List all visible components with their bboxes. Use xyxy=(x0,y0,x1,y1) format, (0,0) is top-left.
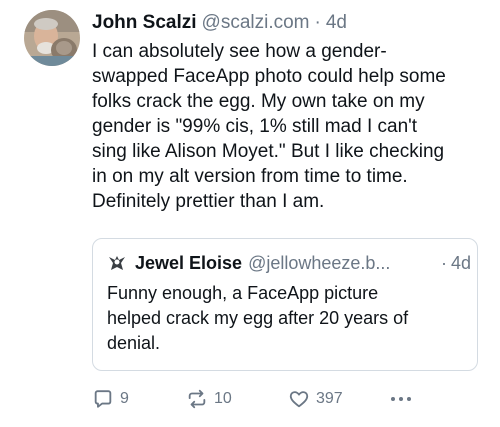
post-text-line: sing like Alison Moyet." But I like chec… xyxy=(92,141,445,162)
reply-count: 9 xyxy=(120,390,129,407)
author-name[interactable]: John Scalzi xyxy=(92,10,197,36)
heart-icon xyxy=(289,391,309,408)
quoted-author-handle[interactable]: @jellowheeze.b... xyxy=(248,251,390,275)
post-text-line: in on my alt version from time to time. xyxy=(92,166,408,187)
reply-icon xyxy=(94,390,112,408)
repost-count: 10 xyxy=(214,390,232,407)
post-text: I can absolutely see how a gender- swapp… xyxy=(92,39,492,214)
more-icon xyxy=(391,397,411,401)
post-header: John Scalzi @scalzi.com · 4d xyxy=(92,10,347,36)
quoted-text-line: denial. xyxy=(107,333,161,353)
more-options-button[interactable] xyxy=(388,386,414,412)
post-timestamp[interactable]: 4d xyxy=(326,10,347,36)
separator-dot: · xyxy=(314,12,321,33)
post-text-line: folks crack the egg. My own take on my xyxy=(92,91,425,112)
repost-button[interactable]: 10 xyxy=(186,386,232,412)
quoted-timestamp[interactable]: 4d xyxy=(451,251,471,275)
quoted-separator-dot: · xyxy=(440,253,447,273)
like-count: 397 xyxy=(316,390,343,407)
quoted-text-line: Funny enough, a FaceApp picture xyxy=(107,283,379,303)
quoted-text-line: helped crack my egg after 20 years of xyxy=(107,308,409,328)
post-text-line: I can absolutely see how a gender- xyxy=(92,41,387,62)
reply-button[interactable]: 9 xyxy=(92,386,129,412)
quoted-post-header: Jewel Eloise @jellowheeze.b... · 4d xyxy=(107,251,471,275)
quoted-avatar-photo xyxy=(107,253,127,273)
like-button[interactable]: 397 xyxy=(288,386,343,412)
avatar-photo xyxy=(24,10,80,66)
post-text-line: swapped FaceApp photo could help some xyxy=(92,66,446,87)
author-handle[interactable]: @scalzi.com xyxy=(202,10,310,36)
quoted-post[interactable]: Jewel Eloise @jellowheeze.b... · 4d Funn… xyxy=(92,238,478,371)
quoted-avatar[interactable] xyxy=(107,253,127,273)
quoted-post-text: Funny enough, a FaceApp picture helped c… xyxy=(107,281,467,356)
post-actions: 9 10 397 xyxy=(92,386,422,412)
quoted-author-name[interactable]: Jewel Eloise xyxy=(135,251,242,275)
avatar[interactable] xyxy=(24,10,80,66)
post-text-line: Definitely prettier than I am. xyxy=(92,191,325,212)
post-text-line: gender is "99% cis, 1% still mad I can't xyxy=(92,116,418,137)
repost-icon xyxy=(188,389,206,409)
